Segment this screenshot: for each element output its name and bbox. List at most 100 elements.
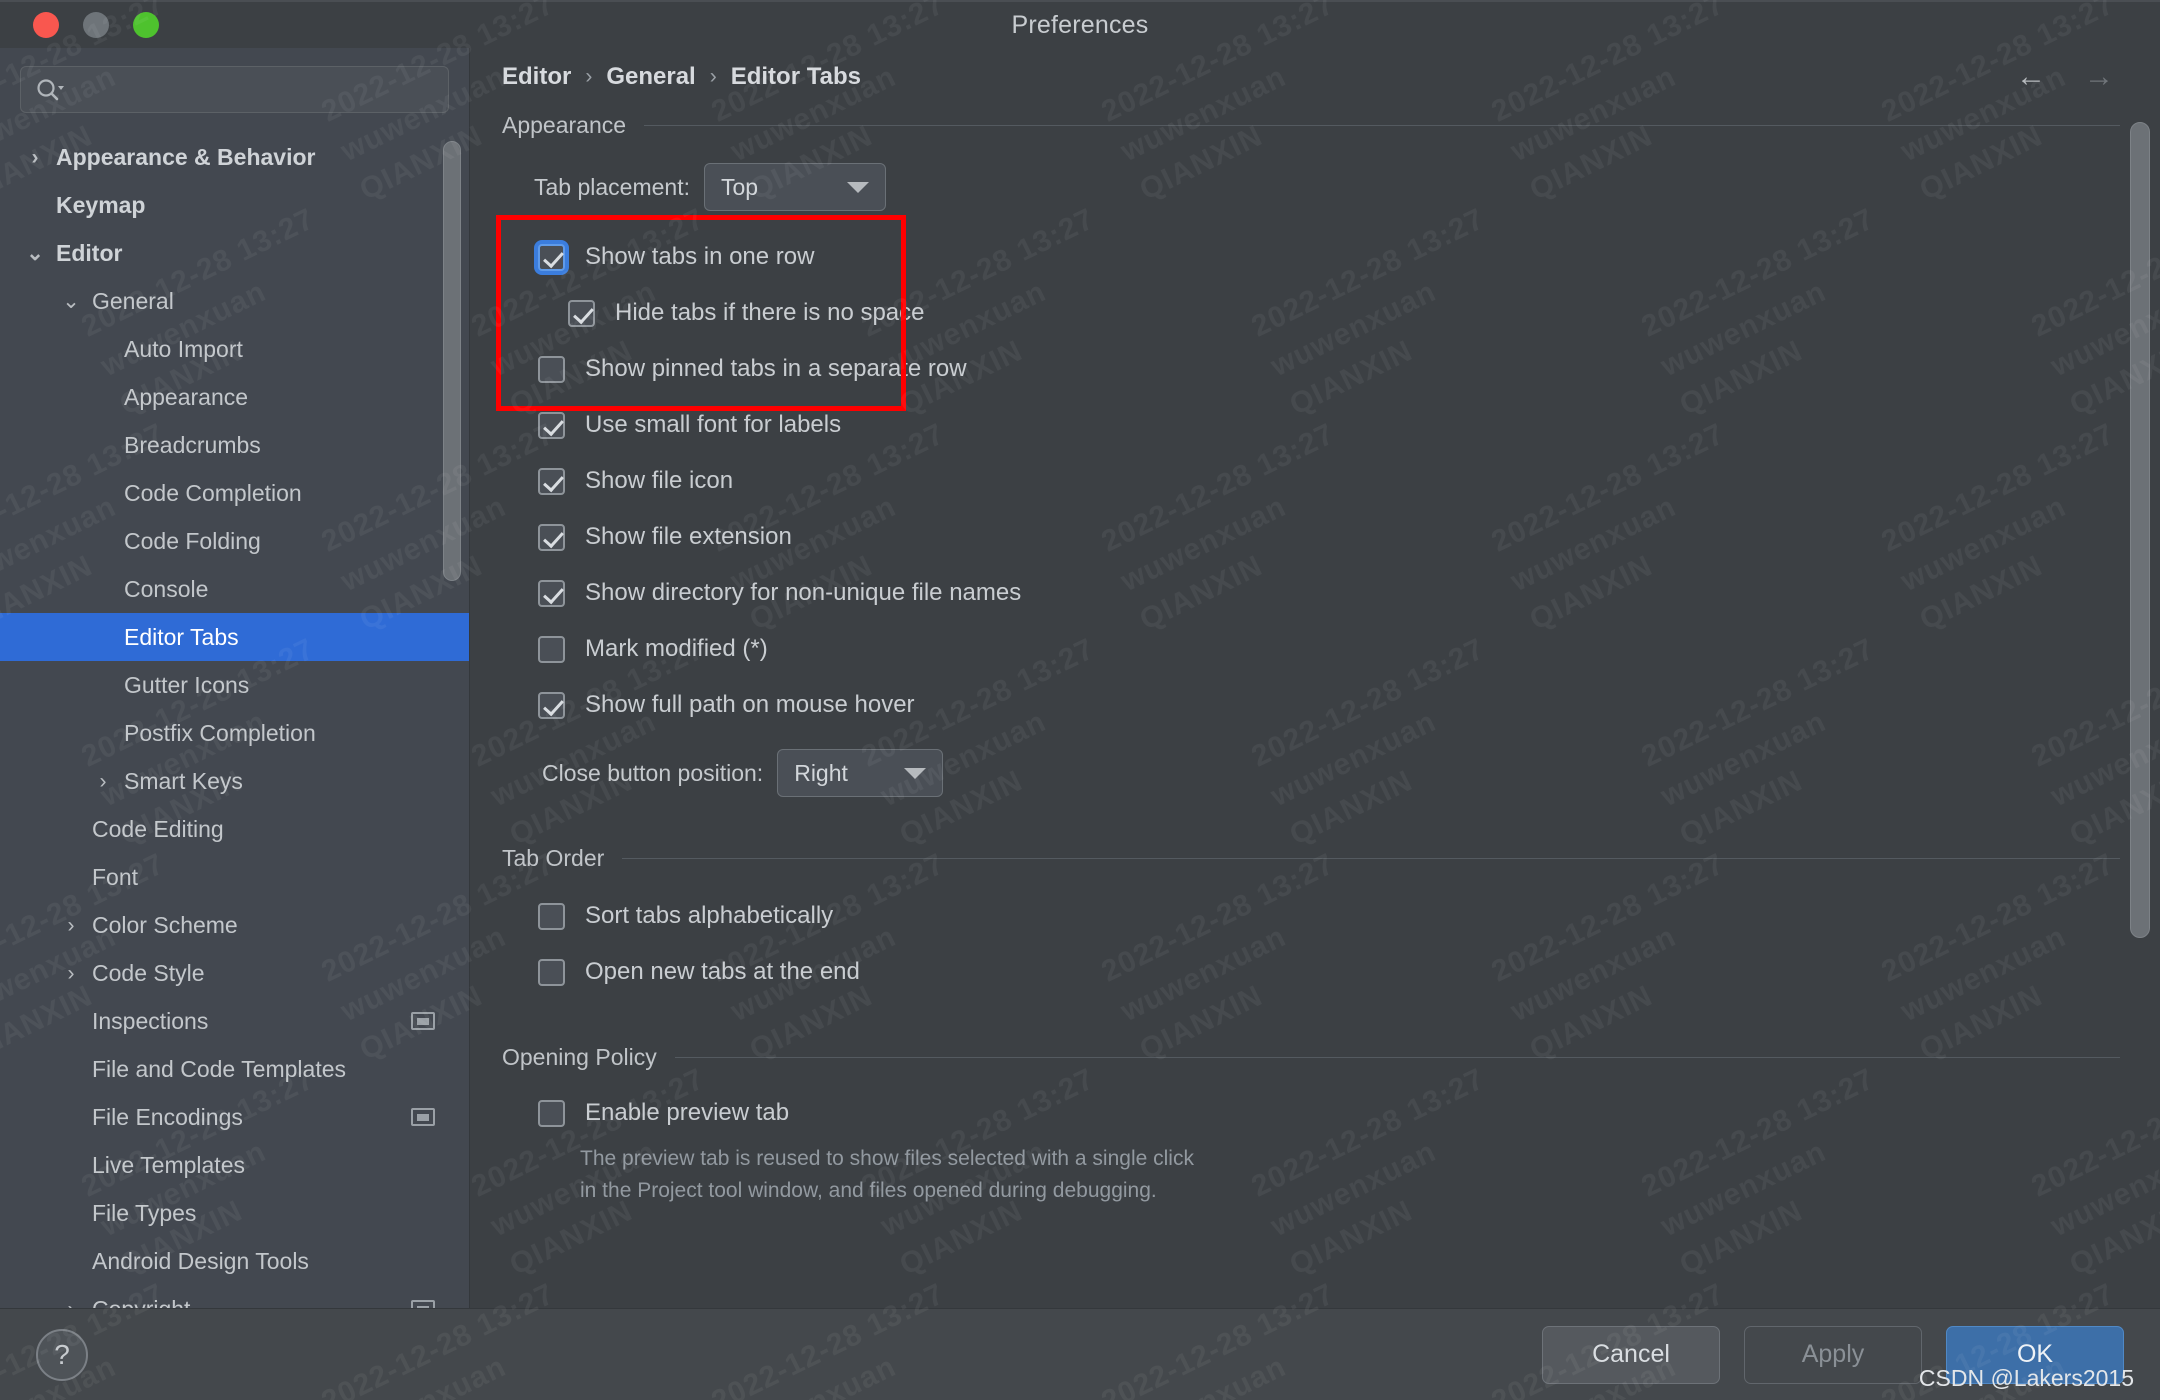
sidebar-item-label: Breadcrumbs: [124, 431, 261, 458]
chevron-right-icon[interactable]: ›: [58, 915, 84, 936]
breadcrumb-bar: Editor › General › Editor Tabs ← →: [470, 48, 2160, 106]
sidebar-item-copyright[interactable]: › Copyright: [0, 1285, 469, 1308]
sidebar-item-label: Auto Import: [124, 335, 243, 362]
sidebar-item-label: File Types: [92, 1199, 197, 1226]
checkbox-row-open-new-tabs-at-the-end[interactable]: Open new tabs at the end: [538, 944, 2160, 1000]
close-window-button[interactable]: [33, 12, 59, 38]
sidebar-item-inspections[interactable]: Inspections: [0, 997, 469, 1045]
section-title: Tab Order: [502, 845, 605, 871]
checkbox-label: Show file extension: [585, 523, 792, 550]
sidebar-item-live-templates[interactable]: Live Templates: [0, 1141, 469, 1189]
section-divider: [622, 858, 2120, 859]
sidebar-item-appearance-behavior[interactable]: › Appearance & Behavior: [0, 133, 469, 181]
settings-tree: › Appearance & Behavior Keymap ⌄ Editor ⌄ Gene…: [0, 125, 469, 1308]
content-scrollbar[interactable]: [2130, 122, 2150, 938]
cancel-button[interactable]: Cancel: [1542, 1325, 1720, 1384]
breadcrumb-item[interactable]: General: [606, 63, 695, 91]
breadcrumb-item[interactable]: Editor Tabs: [731, 63, 861, 91]
checkbox-show-tabs-in-one-row[interactable]: [538, 243, 565, 271]
help-button[interactable]: ?: [36, 1328, 88, 1381]
checkbox-use-small-font-for-labels[interactable]: [538, 411, 565, 439]
sidebar-item-postfix-completion[interactable]: Postfix Completion: [0, 709, 469, 757]
checkbox-row-mark-modified[interactable]: Mark modified (*): [538, 621, 2160, 677]
chevron-down-icon[interactable]: ⌄: [58, 291, 84, 312]
search-box[interactable]: [20, 66, 449, 113]
checkbox-label: Sort tabs alphabetically: [585, 902, 834, 929]
checkbox-label: Mark modified (*): [585, 635, 768, 662]
checkbox-sort-tabs-alphabetically[interactable]: [538, 902, 565, 930]
project-scope-icon: [411, 1300, 435, 1308]
checkbox-row-hide-tabs-if-there-is-no-space[interactable]: Hide tabs if there is no space: [568, 285, 2160, 341]
sidebar-item-file-and-code-templates[interactable]: File and Code Templates: [0, 1045, 469, 1093]
sidebar-item-label: Appearance & Behavior: [56, 143, 316, 170]
breadcrumb-item[interactable]: Editor: [502, 63, 571, 91]
window-title: Preferences: [1011, 10, 1149, 39]
sidebar-item-android-design-tools[interactable]: Android Design Tools: [0, 1237, 469, 1285]
sidebar-item-code-style[interactable]: › Code Style: [0, 949, 469, 997]
sidebar-item-file-types[interactable]: File Types: [0, 1189, 469, 1237]
checkbox-hide-tabs-if-there-is-no-space[interactable]: [568, 299, 595, 327]
checkbox-row-show-pinned-tabs-in-a-separate-row[interactable]: Show pinned tabs in a separate row: [538, 341, 2160, 397]
checkbox-row-show-directory-for-non-unique-file-names[interactable]: Show directory for non-unique file names: [538, 565, 2160, 621]
sidebar-item-label: File and Code Templates: [92, 1055, 346, 1082]
sidebar-item-breadcrumbs[interactable]: Breadcrumbs: [0, 421, 469, 469]
checkbox-open-new-tabs-at-the-end[interactable]: [538, 958, 565, 986]
sidebar-item-file-encodings[interactable]: File Encodings: [0, 1093, 469, 1141]
checkbox-show-file-icon[interactable]: [538, 467, 565, 495]
sidebar-item-general[interactable]: ⌄ General: [0, 277, 469, 325]
sidebar-item-console[interactable]: Console: [0, 565, 469, 613]
tab-placement-dropdown[interactable]: Top: [703, 163, 886, 211]
chevron-right-icon[interactable]: ›: [90, 771, 116, 792]
maximize-window-button[interactable]: [133, 12, 159, 38]
apply-button[interactable]: Apply: [1744, 1325, 1922, 1384]
minimize-window-button[interactable]: [83, 12, 109, 38]
checkbox-row-show-file-icon[interactable]: Show file icon: [538, 453, 2160, 509]
sidebar-item-keymap[interactable]: Keymap: [0, 181, 469, 229]
chevron-down-icon[interactable]: ⌄: [22, 243, 48, 264]
close-button-position-dropdown[interactable]: Right: [777, 749, 944, 797]
search-input[interactable]: [65, 67, 448, 112]
sidebar-item-gutter-icons[interactable]: Gutter Icons: [0, 661, 469, 709]
sidebar-item-color-scheme[interactable]: › Color Scheme: [0, 901, 469, 949]
sidebar-item-appearance[interactable]: Appearance: [0, 373, 469, 421]
chevron-right-icon[interactable]: ›: [58, 963, 84, 984]
sidebar-item-code-completion[interactable]: Code Completion: [0, 469, 469, 517]
checkbox-row-show-full-path-on-mouse-hover[interactable]: Show full path on mouse hover: [538, 677, 2160, 733]
chevron-right-icon[interactable]: ›: [58, 1299, 84, 1309]
close-button-position-value: Right: [794, 759, 848, 786]
checkbox-show-full-path-on-mouse-hover[interactable]: [538, 691, 565, 719]
checkbox-row-show-tabs-in-one-row[interactable]: Show tabs in one row: [538, 229, 2160, 285]
sidebar-item-label: Smart Keys: [124, 767, 243, 794]
sidebar-item-font[interactable]: Font: [0, 853, 469, 901]
checkbox-show-pinned-tabs-in-a-separate-row[interactable]: [538, 355, 565, 383]
sidebar-scrollbar[interactable]: [443, 141, 461, 581]
arrow-left-icon[interactable]: ←: [2016, 62, 2046, 92]
sidebar-item-smart-keys[interactable]: › Smart Keys: [0, 757, 469, 805]
chevron-down-icon: [904, 767, 927, 779]
checkbox-row-show-file-extension[interactable]: Show file extension: [538, 509, 2160, 565]
appearance-checkbox-group: Show tabs in one row Hide tabs if there i…: [538, 229, 2160, 733]
checkbox-show-file-extension[interactable]: [538, 523, 565, 551]
enable-preview-tab-checkbox[interactable]: [538, 1099, 565, 1127]
chevron-down-icon: [846, 181, 869, 193]
checkbox-show-directory-for-non-unique-file-names[interactable]: [538, 579, 565, 607]
sidebar-item-label: Code Folding: [124, 527, 261, 554]
sidebar-item-editor-tabs[interactable]: Editor Tabs: [0, 613, 469, 661]
chevron-right-icon[interactable]: ›: [22, 147, 48, 168]
enable-preview-tab-row[interactable]: Enable preview tab: [538, 1085, 2160, 1141]
checkbox-label: Open new tabs at the end: [585, 958, 860, 985]
sidebar-item-code-editing[interactable]: Code Editing: [0, 805, 469, 853]
checkbox-row-sort-tabs-alphabetically[interactable]: Sort tabs alphabetically: [538, 888, 2160, 944]
sidebar-item-code-folding[interactable]: Code Folding: [0, 517, 469, 565]
sidebar-item-editor[interactable]: ⌄ Editor: [0, 229, 469, 277]
sidebar-item-auto-import[interactable]: Auto Import: [0, 325, 469, 373]
sidebar-item-label: Editor: [56, 239, 123, 266]
dialog-footer: ? Cancel Apply OK: [0, 1308, 2160, 1400]
sidebar-item-label: General: [92, 287, 174, 314]
tab-placement-label: Tab placement:: [534, 173, 690, 200]
checkbox-row-use-small-font-for-labels[interactable]: Use small font for labels: [538, 397, 2160, 453]
sidebar-item-label: Appearance: [124, 383, 249, 410]
arrow-right-icon[interactable]: →: [2084, 62, 2114, 92]
checkbox-mark-modified[interactable]: [538, 635, 565, 663]
section-header-appearance: Appearance: [502, 112, 2160, 139]
